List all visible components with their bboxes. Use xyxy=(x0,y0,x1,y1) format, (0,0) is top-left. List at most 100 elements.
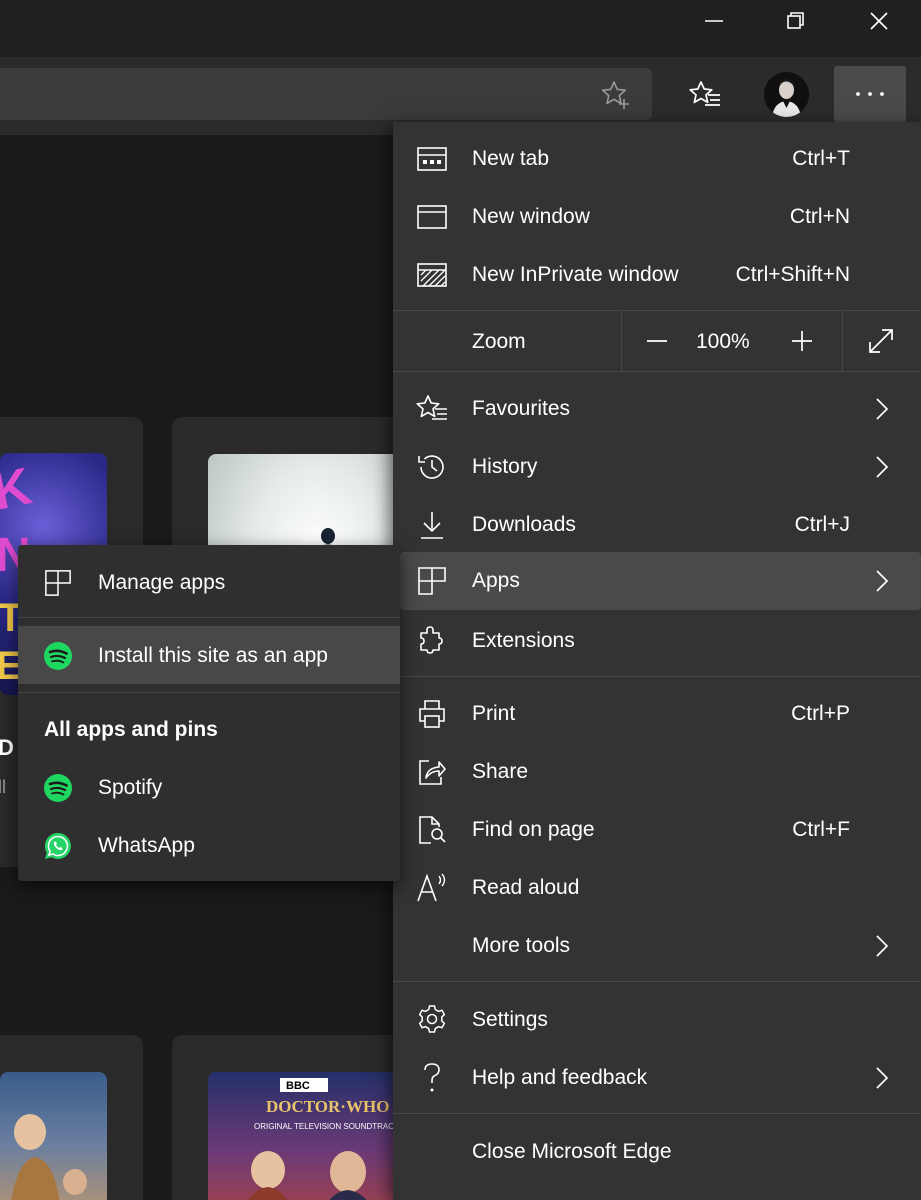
avatar xyxy=(764,72,809,117)
close-window-button[interactable] xyxy=(856,0,902,42)
svg-text:ORIGINAL TELEVISION SOUNDTRACK: ORIGINAL TELEVISION SOUNDTRACK xyxy=(254,1122,400,1131)
plus-icon xyxy=(792,331,812,351)
menu-item-label: Print xyxy=(472,702,516,725)
zoom-value: 100% xyxy=(696,330,750,353)
chevron-right-icon xyxy=(876,398,889,420)
submenu-item-manage-apps[interactable]: Manage apps xyxy=(18,553,400,611)
read-aloud-icon xyxy=(415,872,449,904)
submenu-item-install-site-as-app[interactable]: Install this site as an app xyxy=(18,626,400,684)
menu-item-label: Downloads xyxy=(472,513,576,536)
menu-item-label: Extensions xyxy=(472,629,575,652)
submenu-separator xyxy=(18,692,400,693)
apps-icon xyxy=(415,565,449,597)
menu-item-favourites[interactable]: Favourites xyxy=(393,380,921,438)
content-card[interactable]: BBC DOCTOR·WHO ORIGINAL TELEVISION SOUND… xyxy=(172,1035,412,1200)
menu-item-label: New InPrivate window xyxy=(472,263,679,286)
menu-item-print[interactable]: Print Ctrl+P xyxy=(393,685,921,743)
chevron-right-icon xyxy=(876,570,889,592)
chevron-right-icon xyxy=(876,1067,889,1089)
menu-item-label: Find on page xyxy=(472,818,595,841)
menu-item-find-on-page[interactable]: Find on page Ctrl+F xyxy=(393,801,921,859)
menu-item-shortcut: Ctrl+N xyxy=(789,205,850,228)
menu-item-label: Favourites xyxy=(472,397,571,420)
menu-item-help-and-feedback[interactable]: Help and feedback xyxy=(393,1049,921,1107)
menu-item-settings[interactable]: Settings xyxy=(393,991,921,1049)
card-subtitle: ll xyxy=(0,777,6,797)
menu-separator xyxy=(393,1113,921,1114)
submenu-item-label: Install this site as an app xyxy=(98,644,328,667)
puzzle-icon xyxy=(415,625,449,657)
menu-item-apps[interactable]: Apps xyxy=(400,552,921,610)
close-icon xyxy=(870,12,888,30)
submenu-item-whatsapp[interactable]: WhatsApp xyxy=(18,816,400,874)
card-title: D xyxy=(0,735,14,760)
submenu-item-spotify[interactable]: Spotify xyxy=(18,758,400,816)
minimize-button[interactable] xyxy=(691,0,737,42)
menu-item-shortcut: Ctrl+Shift+N xyxy=(735,263,850,286)
apps-icon xyxy=(43,568,73,598)
download-icon xyxy=(415,509,449,541)
restore-icon xyxy=(787,12,804,29)
more-horizontal-icon xyxy=(856,92,884,96)
title-bar xyxy=(0,0,921,57)
menu-item-label: New window xyxy=(472,205,590,228)
zoom-divider xyxy=(842,311,843,371)
zoom-row: Zoom 100% xyxy=(393,311,921,371)
menu-separator xyxy=(393,371,921,372)
menu-item-label: Settings xyxy=(472,1008,548,1031)
menu-item-more-tools[interactable]: More tools xyxy=(393,917,921,975)
favourites-button[interactable] xyxy=(686,78,724,112)
chevron-right-icon xyxy=(876,935,889,957)
minus-icon xyxy=(647,340,667,342)
album-art xyxy=(0,1072,107,1200)
new-tab-icon xyxy=(415,143,449,175)
menu-item-new-window[interactable]: New window Ctrl+N xyxy=(393,188,921,246)
profile-avatar[interactable] xyxy=(764,72,809,117)
menu-item-label: Close Microsoft Edge xyxy=(472,1140,672,1163)
submenu-separator xyxy=(18,617,400,618)
address-bar[interactable] xyxy=(0,68,652,120)
menu-item-history[interactable]: History xyxy=(393,438,921,496)
apps-submenu: Manage apps Install this site as an app … xyxy=(18,545,400,881)
spotify-icon xyxy=(43,773,73,803)
menu-item-close-microsoft-edge[interactable]: Close Microsoft Edge xyxy=(393,1123,921,1181)
add-favourite-button[interactable] xyxy=(598,77,634,113)
spotify-icon xyxy=(43,641,73,671)
submenu-item-label: Spotify xyxy=(98,776,163,799)
settings-and-more-button[interactable] xyxy=(834,66,906,122)
full-screen-icon xyxy=(869,329,893,353)
album-art: BBC DOCTOR·WHO ORIGINAL TELEVISION SOUND… xyxy=(208,1072,408,1200)
new-window-icon xyxy=(415,201,449,233)
submenu-item-label: Manage apps xyxy=(98,571,226,594)
star-plus-icon xyxy=(601,81,629,109)
menu-item-share[interactable]: Share xyxy=(393,743,921,801)
favourites-icon xyxy=(415,393,449,425)
settings-and-more-menu: New tab Ctrl+T New window Ctrl+N New InP… xyxy=(393,122,921,1200)
svg-text:K: K xyxy=(0,457,37,522)
zoom-label: Zoom xyxy=(472,330,526,353)
menu-item-shortcut: Ctrl+P xyxy=(791,702,850,725)
menu-item-read-aloud[interactable]: Read aloud xyxy=(393,859,921,917)
menu-item-label: More tools xyxy=(472,934,571,957)
menu-item-label: Share xyxy=(472,760,529,783)
menu-item-label: Help and feedback xyxy=(472,1066,648,1089)
minimize-icon xyxy=(705,20,723,22)
menu-item-new-inprivate-window[interactable]: New InPrivate window Ctrl+Shift+N xyxy=(393,246,921,304)
menu-item-downloads[interactable]: Downloads Ctrl+J xyxy=(393,496,921,554)
full-screen-button[interactable] xyxy=(859,323,903,359)
restore-button[interactable] xyxy=(773,0,819,42)
zoom-out-button[interactable] xyxy=(637,325,677,357)
zoom-in-button[interactable] xyxy=(782,325,822,357)
help-icon xyxy=(415,1062,449,1094)
menu-item-extensions[interactable]: Extensions xyxy=(393,612,921,670)
menu-separator xyxy=(393,676,921,677)
content-card[interactable] xyxy=(0,1035,143,1200)
svg-text:DOCTOR·WHO: DOCTOR·WHO xyxy=(266,1097,389,1116)
menu-separator xyxy=(393,981,921,982)
print-icon xyxy=(415,698,449,730)
submenu-item-label: WhatsApp xyxy=(98,834,195,857)
menu-item-shortcut: Ctrl+J xyxy=(794,513,850,536)
menu-item-new-tab[interactable]: New tab Ctrl+T xyxy=(393,130,921,188)
menu-item-shortcut: Ctrl+F xyxy=(792,818,850,841)
gear-icon xyxy=(415,1004,449,1036)
